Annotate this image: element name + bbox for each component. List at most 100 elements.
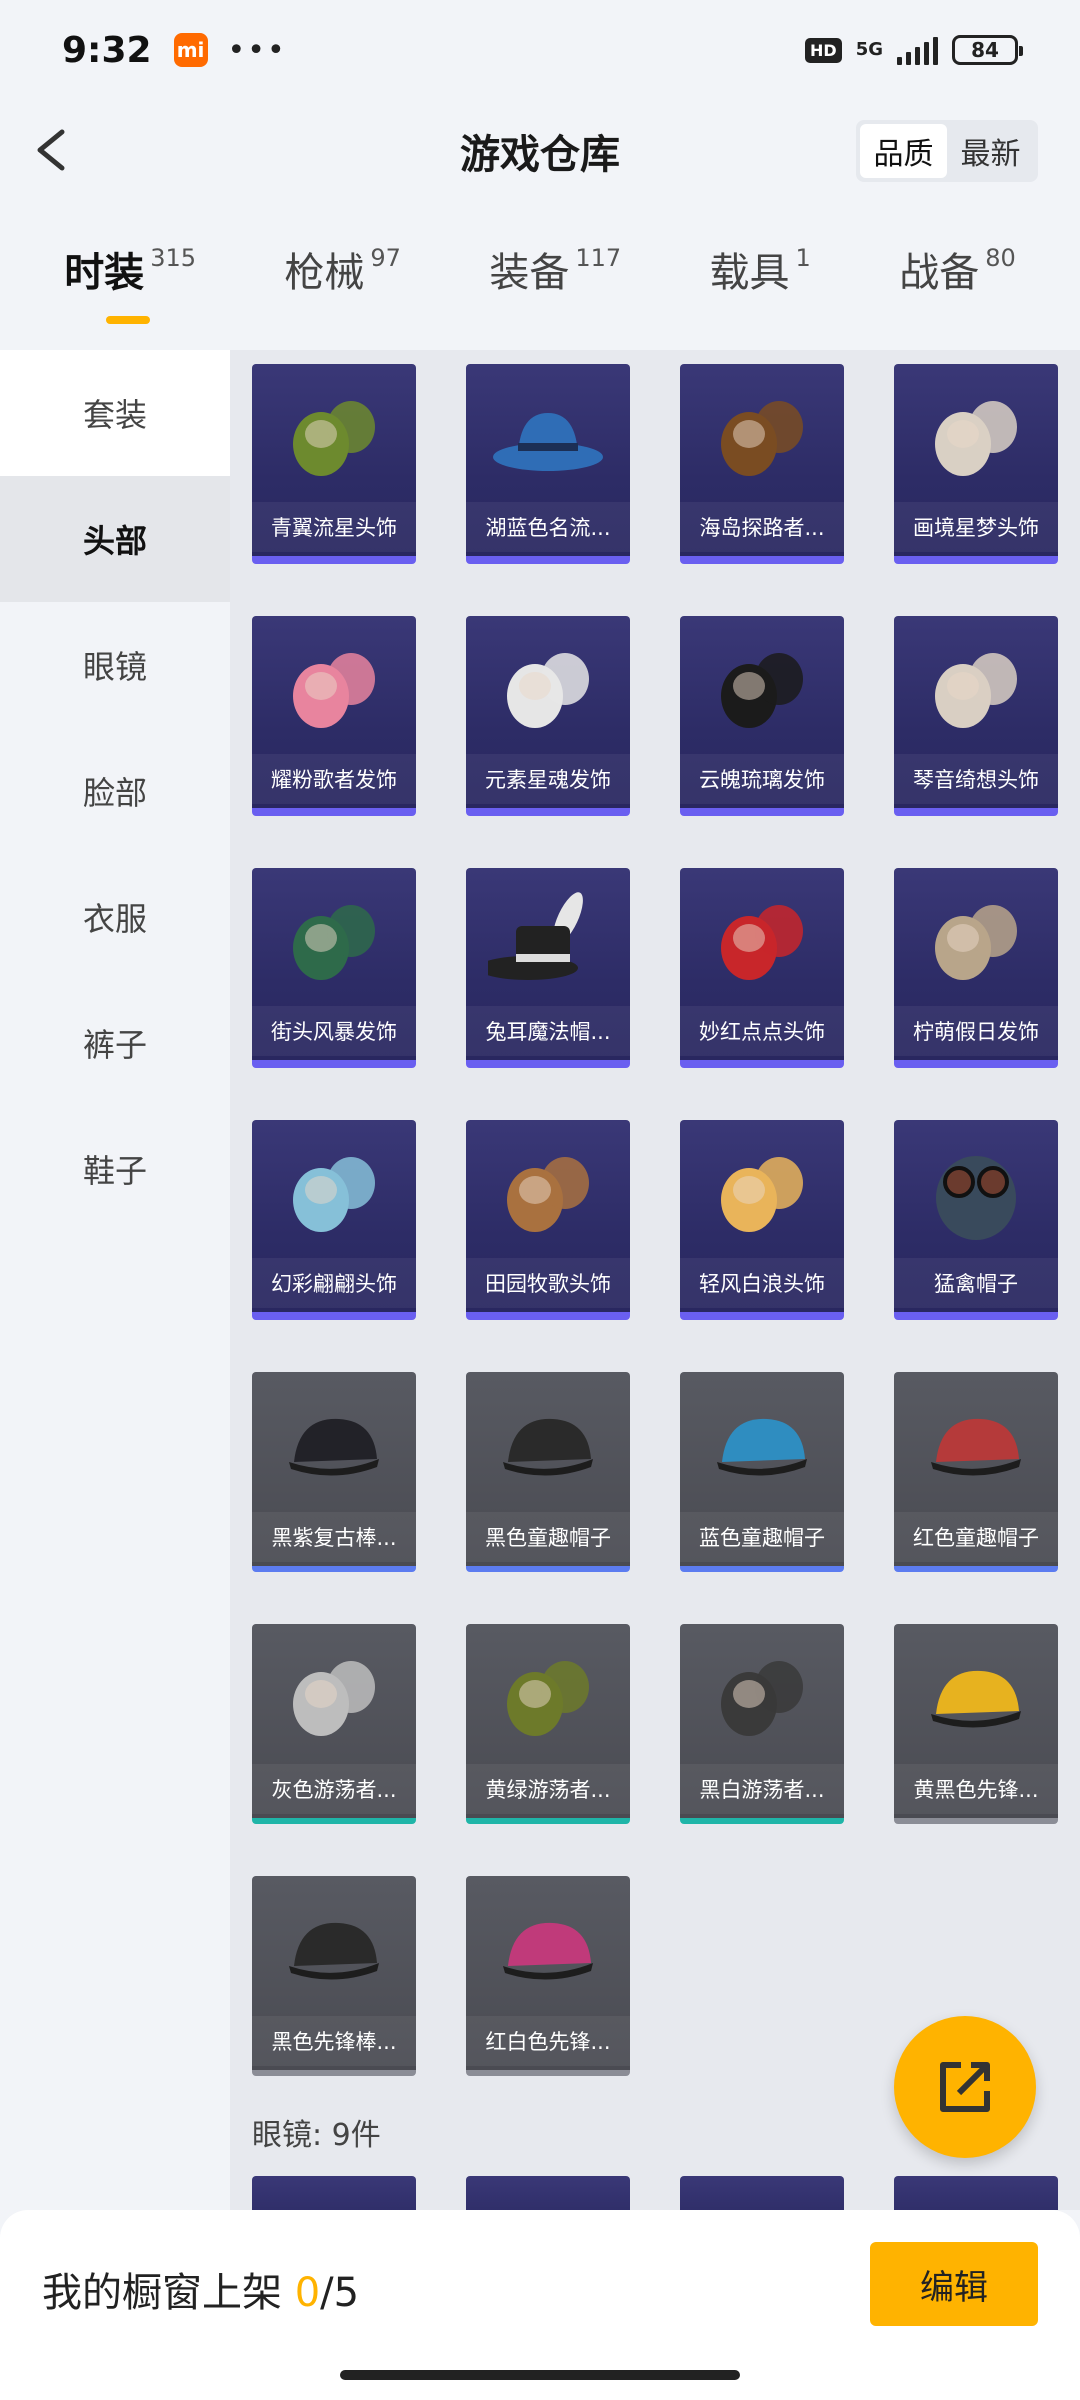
item-name: 兔耳魔法帽... [466,1006,630,1056]
tab-count: 97 [370,244,401,272]
sidebar-item-shoes[interactable]: 鞋子 [0,1106,230,1232]
showcase-status: 我的橱窗上架 0/5 [42,2260,359,2318]
item-card[interactable] [680,2176,844,2210]
tab-equipment[interactable]: 装备 117 [489,240,621,330]
subcategory-sidebar: 套装 头部 眼镜 脸部 衣服 裤子 鞋子 [0,350,230,2210]
tab-count: 80 [985,244,1016,272]
item-name: 耀粉歌者发饰 [252,754,416,804]
baseball-cap-icon [466,1886,630,2016]
item-name: 湖蓝色名流... [466,502,630,552]
item-name: 黑白游荡者... [680,1764,844,1814]
battery-icon: 84 [952,35,1023,65]
item-name: 柠萌假日发饰 [894,1006,1058,1056]
item-card[interactable]: 妙红点点头饰 [680,868,844,1068]
beanie-icon [252,1634,416,1764]
tab-fashion[interactable]: 时装 315 [64,240,196,330]
item-card[interactable]: 田园牧歌头饰 [466,1120,630,1320]
item-name: 琴音绮想头饰 [894,754,1058,804]
blue-cap-icon [680,1382,844,1512]
red-cap-icon [680,878,844,1008]
sidebar-item-face[interactable]: 脸部 [0,728,230,854]
status-bar: 9:32 mi ••• HD 5G 84 [0,0,1080,100]
silver-hair-icon [466,626,630,756]
red-cap-icon [894,1382,1058,1512]
sort-toggle: 品质 最新 [856,120,1038,182]
aviator-helmet-icon [894,1130,1058,1260]
item-name: 黑紫复古棒... [252,1512,416,1562]
item-card[interactable]: 黑色先锋棒... [252,1876,416,2076]
sidebar-item-pants[interactable]: 裤子 [0,980,230,1106]
tab-firearms[interactable]: 枪械 97 [284,240,401,330]
baseball-cap-icon [252,1886,416,2016]
item-name: 红白色先锋... [466,2016,630,2066]
item-name: 黄绿游荡者... [466,1764,630,1814]
item-card[interactable]: 灰色游荡者... [252,1624,416,1824]
status-time: 9:32 [62,29,152,71]
item-card[interactable]: 湖蓝色名流... [466,364,630,564]
sidebar-item-head[interactable]: 头部 [0,476,230,602]
item-card[interactable]: 黑紫复古棒... [252,1372,416,1572]
item-card[interactable]: 云魄琉璃发饰 [680,616,844,816]
item-card[interactable]: 海岛探路者... [680,364,844,564]
item-name: 灰色游荡者... [252,1764,416,1814]
item-name: 云魄琉璃发饰 [680,754,844,804]
edit-button[interactable]: 编辑 [870,2242,1038,2326]
item-card[interactable]: 元素星魂发饰 [466,616,630,816]
item-card[interactable]: 琴音绮想头饰 [894,616,1058,816]
brown-hair-icon [680,374,844,504]
sort-quality-button[interactable]: 品质 [860,124,947,178]
item-card[interactable] [252,2176,416,2210]
glasses-row [230,2154,1080,2210]
item-card[interactable]: 黄绿游荡者... [466,1624,630,1824]
item-card[interactable]: 街头风暴发饰 [252,868,416,1068]
more-notifications-icon: ••• [227,32,287,68]
item-card[interactable] [894,2176,1058,2210]
home-indicator[interactable] [340,2370,740,2380]
tab-vehicles[interactable]: 载具 1 [710,240,811,330]
showcase-label: 我的橱窗上架 [42,2270,295,2316]
pink-hair-icon [252,626,416,756]
sidebar-item-clothes[interactable]: 衣服 [0,854,230,980]
sort-latest-button[interactable]: 最新 [947,124,1034,178]
item-card[interactable]: 轻风白浪头饰 [680,1120,844,1320]
beanie-icon [466,1634,630,1764]
item-name: 猛禽帽子 [894,1258,1058,1308]
item-card[interactable] [466,2176,630,2210]
share-fab-button[interactable] [894,2016,1036,2158]
white-hair-icon [894,374,1058,504]
battery-level: 84 [971,38,999,62]
straw-hat-icon [466,1130,630,1260]
item-name: 黑色童趣帽子 [466,1512,630,1562]
item-card[interactable]: 黑白游荡者... [680,1624,844,1824]
light-hair-icon [680,1130,844,1260]
tab-count: 1 [795,244,811,272]
active-tab-indicator [106,316,151,324]
item-card[interactable]: 耀粉歌者发饰 [252,616,416,816]
item-card[interactable]: 画境星梦头饰 [894,364,1058,564]
item-card[interactable]: 柠萌假日发饰 [894,868,1058,1068]
tab-label: 载具 [709,250,790,296]
item-card[interactable]: 蓝色童趣帽子 [680,1372,844,1572]
showcase-total: /5 [320,2270,360,2316]
black-hair-icon [680,626,844,756]
street-hair-icon [252,878,416,1008]
item-card[interactable]: 幻彩翩翩头饰 [252,1120,416,1320]
item-grid: 青翼流星头饰 湖蓝色名流... 海岛探路者... 画境星梦头饰耀粉歌者发饰 元素星魂发饰… [230,350,1080,2076]
item-name: 妙红点点头饰 [680,1006,844,1056]
item-name: 画境星梦头饰 [894,502,1058,552]
category-tabs: 时装 315 枪械 97 装备 117 载具 1 战备 80 [0,240,1080,330]
tab-label: 时装 [64,250,145,296]
item-card[interactable]: 黑色童趣帽子 [466,1372,630,1572]
item-card[interactable]: 红色童趣帽子 [894,1372,1058,1572]
item-card[interactable]: 猛禽帽子 [894,1120,1058,1320]
item-name: 轻风白浪头饰 [680,1258,844,1308]
sidebar-item-outfit[interactable]: 套装 [0,350,230,476]
item-card[interactable]: 黄黑色先锋... [894,1624,1058,1824]
item-name: 街头风暴发饰 [252,1006,416,1056]
tab-label: 枪械 [284,250,365,296]
item-card[interactable]: 青翼流星头饰 [252,364,416,564]
item-card[interactable]: 兔耳魔法帽... [466,868,630,1068]
item-card[interactable]: 红白色先锋... [466,1876,630,2076]
sidebar-item-glasses[interactable]: 眼镜 [0,602,230,728]
tab-supplies[interactable]: 战备 80 [899,240,1016,330]
